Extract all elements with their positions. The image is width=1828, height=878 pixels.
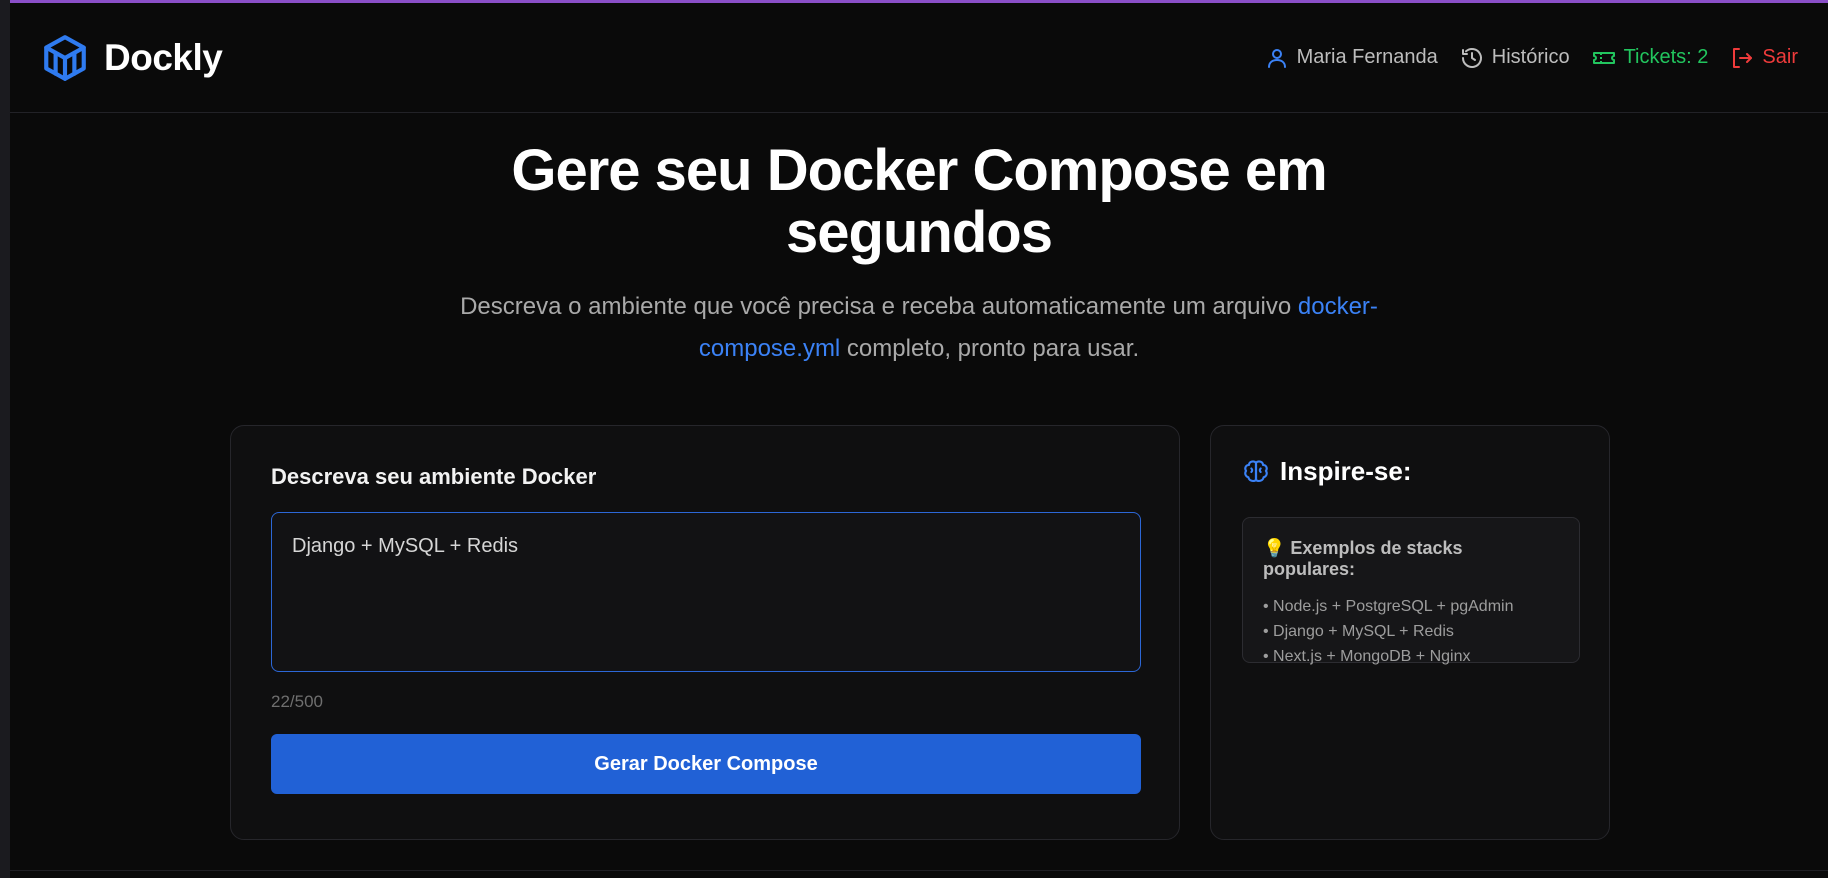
ticket-icon	[1592, 51, 1615, 64]
hero-section: Gere seu Docker Compose em segundos Desc…	[10, 140, 1828, 370]
examples-box: 💡 Exemplos de stacks populares: • Node.j…	[1242, 517, 1580, 665]
list-item: • Next.js + MongoDB + Nginx	[1263, 648, 1471, 665]
page-subtitle: Descreva o ambiente que você precisa e r…	[414, 286, 1424, 370]
logout-button[interactable]: Sair	[1730, 46, 1798, 70]
user-icon	[1267, 48, 1286, 68]
examples-title: 💡 Exemplos de stacks populares:	[1263, 538, 1463, 579]
subtitle-text-before: Descreva o ambiente que você precisa e r…	[460, 293, 1298, 320]
inspiration-title: Inspire-se:	[1280, 456, 1412, 486]
inspiration-card: Inspire-se: 💡 Exemplos de stacks popular…	[1210, 425, 1610, 840]
examples-list: • Node.js + PostgreSQL + pgAdmin • Djang…	[1263, 594, 1559, 669]
brand-name: Dockly	[104, 36, 223, 78]
logout-icon	[1733, 47, 1753, 68]
nav-history-label: Histórico	[1491, 46, 1570, 68]
compose-form-card: Descreva seu ambiente Docker Django + My…	[230, 425, 1180, 840]
top-nav: Maria Fernanda Histórico Tickets: 2 Sair	[1265, 46, 1798, 70]
nav-user-label: Maria Fernanda	[1296, 46, 1438, 68]
environment-description-input[interactable]: Django + MySQL + Redis	[271, 512, 1141, 672]
list-item: • Django + MySQL + Redis	[1263, 623, 1454, 640]
nav-tickets-label: Tickets: 2	[1623, 46, 1709, 68]
environment-label: Descreva seu ambiente Docker	[271, 464, 597, 489]
page-title: Gere seu Docker Compose em segundos	[511, 138, 1327, 265]
brain-icon	[1244, 459, 1268, 482]
window-left-edge	[0, 0, 10, 878]
list-item: • Node.js + PostgreSQL + pgAdmin	[1263, 598, 1514, 615]
nav-user[interactable]: Maria Fernanda	[1265, 46, 1438, 70]
app-header: Dockly Maria Fernanda Histórico Tickets:…	[10, 3, 1828, 113]
subtitle-text-after: completo, pronto para usar.	[840, 335, 1140, 362]
footer-divider	[10, 870, 1828, 871]
brand-logo[interactable]: Dockly	[40, 33, 223, 83]
character-counter: 22/500	[271, 692, 323, 711]
cube-icon	[44, 34, 86, 81]
history-icon	[1461, 47, 1482, 68]
nav-tickets[interactable]: Tickets: 2	[1592, 46, 1709, 70]
logout-label: Sair	[1762, 46, 1798, 68]
inspiration-header: Inspire-se:	[1242, 456, 1578, 487]
nav-history[interactable]: Histórico	[1460, 46, 1570, 70]
generate-compose-button[interactable]: Gerar Docker Compose	[271, 734, 1141, 794]
